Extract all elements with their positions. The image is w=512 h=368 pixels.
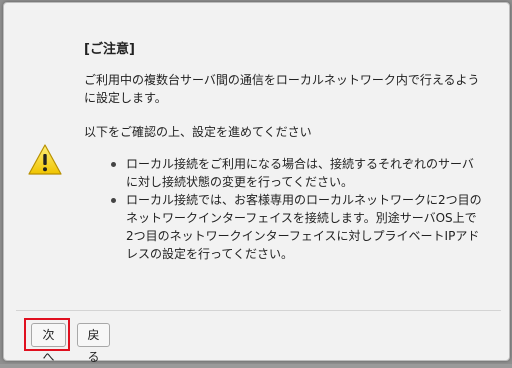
confirm-text: 以下をご確認の上、設定を進めてください	[84, 125, 312, 139]
footer-divider	[16, 310, 501, 311]
notice-list: ローカル接続をご利用になる場合は、接続するそれぞれのサーバに対し接続状態の変更を…	[84, 155, 484, 263]
dialog-content: [ご注意] ご利用中の複数台サーバ間の通信をローカルネットワーク内で行えるように…	[84, 41, 484, 263]
next-button[interactable]: 次へ	[31, 323, 66, 364]
notice-dialog: [ご注意] ご利用中の複数台サーバ間の通信をローカルネットワーク内で行えるように…	[3, 2, 510, 364]
intro-text: ご利用中の複数台サーバ間の通信をローカルネットワーク内で行えるように設定します。	[84, 73, 480, 105]
dialog-title: [ご注意]	[84, 42, 135, 57]
back-button[interactable]: 戻る	[77, 323, 110, 364]
warning-icon	[27, 143, 63, 177]
notice-item-network-interface: ローカル接続では、お客様専用のローカルネットワークに2つ目のネットワークインター…	[108, 191, 484, 263]
notice-item-local-connection: ローカル接続をご利用になる場合は、接続するそれぞれのサーバに対し接続状態の変更を…	[108, 155, 484, 191]
